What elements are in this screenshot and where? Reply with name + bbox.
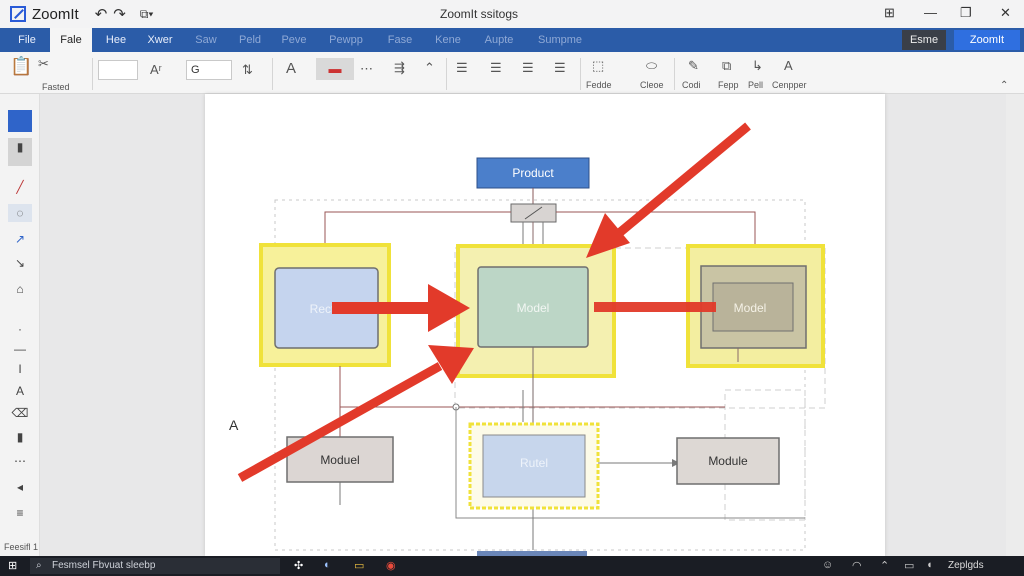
model-right-label: Model bbox=[734, 301, 767, 315]
product-label: Product bbox=[512, 166, 554, 180]
label-a: A bbox=[229, 417, 239, 433]
edge-icon[interactable]: ◐ bbox=[324, 559, 331, 571]
model-center-label: Model bbox=[517, 301, 550, 315]
tray-sound-icon[interactable]: ◖ bbox=[926, 559, 933, 571]
tray-people-icon[interactable]: ☺ bbox=[822, 559, 833, 571]
taskbar-search[interactable]: ⌕ Fesmsel Fbvuat sleebp bbox=[30, 558, 280, 574]
start-icon[interactable]: ⊞ bbox=[8, 559, 17, 572]
taskbar: ⊞ ⌕ Fesmsel Fbvuat sleebp ✣ ◐ ▭ ◉ ☺ ◠ ⌃ … bbox=[0, 556, 1024, 576]
red-arrow-diagonal bbox=[615, 122, 751, 238]
diagram-canvas: Product Rect Model Model Moduel Rutel Mo… bbox=[229, 122, 826, 559]
tray-display-icon[interactable]: ▭ bbox=[904, 559, 914, 572]
tray-chevron-icon[interactable]: ⌃ bbox=[880, 559, 889, 572]
rect-label: Rect bbox=[310, 302, 335, 316]
settings-icon[interactable]: ✣ bbox=[294, 559, 303, 572]
taskbar-search-text: Fesmsel Fbvuat sleebp bbox=[52, 560, 156, 571]
tray-clock: Zeplgds bbox=[948, 560, 984, 571]
moduel-label: Moduel bbox=[320, 453, 359, 467]
chrome-icon[interactable]: ◉ bbox=[386, 559, 396, 572]
search-icon: ⌕ bbox=[36, 560, 42, 571]
rutel-label: Rutel bbox=[520, 456, 548, 470]
module-label: Module bbox=[708, 454, 748, 468]
folder-icon[interactable]: ▭ bbox=[354, 559, 364, 572]
tray-wifi-icon[interactable]: ◠ bbox=[852, 559, 862, 572]
